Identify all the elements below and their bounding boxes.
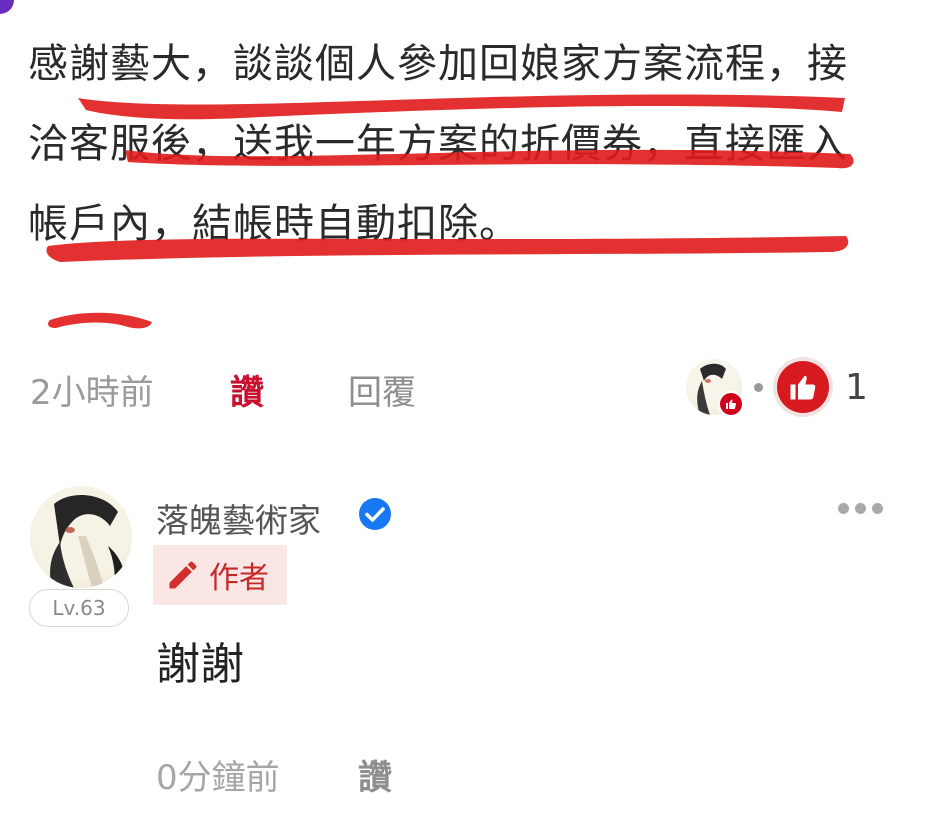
mini-like-badge-icon (718, 391, 744, 417)
reply-timestamp: 0分鐘前 (156, 757, 280, 798)
separator-dot (754, 382, 763, 392)
profile-badge-dot (0, 0, 14, 14)
level-badge: Lv.63 (29, 589, 129, 627)
reaction-summary[interactable]: 1 (686, 356, 868, 418)
comment-text: 感謝藝大，談談個人參加回娘家方案流程，接洽客服後，送我一年方案的折價券，直接匯入… (28, 41, 848, 247)
author-avatar[interactable] (30, 486, 132, 588)
more-options-icon[interactable] (838, 503, 883, 514)
author-tag: 作者 (153, 545, 287, 605)
author-name[interactable]: 落魄藝術家 (156, 494, 321, 542)
reply-actions: 0分鐘前 讚 (156, 748, 392, 800)
reply-text: 謝謝 (156, 639, 244, 690)
like-button[interactable]: 讚 (230, 365, 348, 414)
reply-button[interactable]: 回覆 (348, 365, 416, 414)
verified-check-icon (359, 498, 391, 530)
thumbs-up-icon (777, 361, 829, 413)
comment-actions: 2小時前 讚 回覆 (30, 362, 416, 416)
pencil-icon (169, 561, 197, 589)
reactor-avatar (686, 359, 744, 417)
reply-like-button[interactable]: 讚 (358, 750, 392, 799)
reaction-count: 1 (845, 366, 868, 408)
comment-timestamp: 2小時前 (30, 372, 154, 413)
author-tag-label: 作者 (209, 561, 269, 596)
